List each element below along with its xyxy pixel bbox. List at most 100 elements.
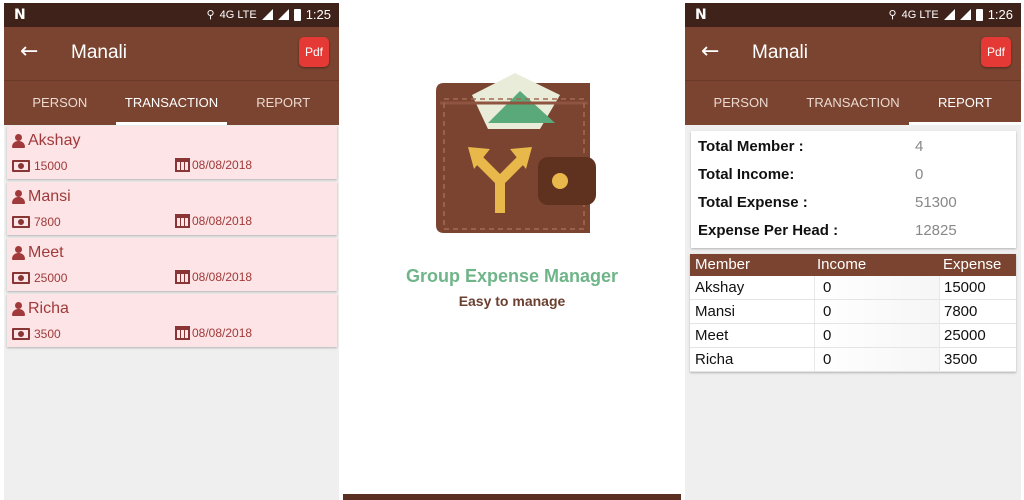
money-icon — [12, 328, 30, 340]
money-icon — [12, 160, 30, 172]
signal-icon — [943, 9, 955, 20]
summary-value: 51300 — [915, 194, 957, 211]
back-arrow-icon[interactable]: ← — [20, 39, 38, 64]
summary-value: 4 — [915, 138, 924, 155]
back-arrow-icon[interactable]: ← — [701, 39, 719, 64]
notification-icon: N — [695, 7, 707, 23]
money-icon — [12, 272, 30, 284]
notification-icon: N — [14, 7, 26, 23]
cell-member: Akshay — [690, 276, 815, 299]
cell-member: Meet — [690, 324, 815, 347]
column-header-expense: Expense — [943, 256, 1002, 273]
report-screen: N ⚲ 4G LTE 1:26 ← Manali Pdf PERSON TRAN… — [685, 3, 1021, 500]
app-name: Group Expense Manager — [405, 266, 619, 286]
battery-icon — [293, 8, 301, 21]
tab-transaction[interactable]: TRANSACTION — [797, 81, 909, 125]
tab-report[interactable]: REPORT — [227, 81, 339, 125]
calendar-icon — [175, 326, 190, 340]
cell-income: 0 — [815, 324, 939, 347]
table-row: Akshay 0 15000 — [690, 276, 1016, 300]
page-title: Manali — [752, 42, 808, 63]
summary-card: Total Member : 4 Total Income: 0 Total Exp… — [691, 131, 1016, 248]
tab-bar: PERSON TRANSACTION REPORT — [4, 80, 339, 125]
app-bar: ← Manali Pdf — [685, 27, 1021, 80]
cell-income: 0 — [815, 276, 939, 299]
tab-person[interactable]: PERSON — [4, 81, 116, 125]
summary-value: 12825 — [915, 222, 957, 239]
cell-income: 0 — [815, 300, 939, 323]
cell-member: Mansi — [690, 300, 815, 323]
page-title: Manali — [71, 42, 127, 63]
cell-expense: 3500 — [939, 348, 1016, 371]
signal-icon — [277, 9, 289, 20]
status-time: 1:26 — [987, 7, 1013, 22]
summary-label: Total Income: — [698, 166, 795, 183]
summary-value: 0 — [915, 166, 924, 183]
transaction-card[interactable]: Richa 3500 08/08/2018 — [7, 294, 337, 347]
table-row: Meet 0 25000 — [690, 324, 1016, 348]
transaction-name: Akshay — [28, 132, 81, 149]
transaction-card[interactable]: Meet 25000 08/08/2018 — [7, 238, 337, 291]
transaction-amount: 7800 — [34, 215, 61, 229]
cell-expense: 7800 — [939, 300, 1016, 323]
calendar-icon — [175, 214, 190, 228]
transaction-screen: N ⚲ 4G LTE 1:25 ← Manali Pdf PERSON TRAN… — [4, 3, 339, 500]
person-icon — [12, 190, 25, 204]
cell-expense: 15000 — [939, 276, 1016, 299]
summary-label: Total Expense : — [698, 194, 808, 211]
summary-row: Total Member : 4 — [691, 133, 1016, 161]
table-header: Member Income Expense — [690, 254, 1016, 276]
summary-row: Total Expense : 51300 — [691, 189, 1016, 217]
report-table: Member Income Expense Akshay 0 15000 Man… — [690, 254, 1016, 372]
transaction-date: 08/08/2018 — [192, 326, 253, 340]
location-icon: ⚲ — [206, 9, 215, 21]
summary-label: Expense Per Head : — [698, 222, 839, 239]
status-bar: N ⚲ 4G LTE 1:25 — [4, 3, 339, 27]
cell-member: Richa — [690, 348, 815, 371]
location-icon: ⚲ — [888, 9, 897, 21]
network-label: 4G LTE — [901, 8, 939, 21]
app-tagline: Easy to manage — [458, 293, 566, 309]
network-label: 4G LTE — [219, 8, 257, 21]
splash-screen: Group Expense Manager Easy to manage — [343, 3, 681, 500]
summary-row: Expense Per Head : 12825 — [691, 217, 1016, 245]
transaction-date: 08/08/2018 — [192, 270, 253, 284]
cell-income: 0 — [815, 348, 939, 371]
app-bar: ← Manali Pdf — [4, 27, 339, 80]
person-icon — [12, 134, 25, 148]
signal-icon — [959, 9, 971, 20]
summary-label: Total Member : — [698, 138, 804, 155]
wallet-logo-icon — [430, 73, 596, 239]
transaction-list: Akshay 15000 08/08/2018 Mansi 7800 08/08… — [4, 125, 339, 347]
tab-bar: PERSON TRANSACTION REPORT — [685, 80, 1021, 125]
transaction-name: Richa — [28, 300, 69, 317]
transaction-card[interactable]: Akshay 15000 08/08/2018 — [7, 126, 337, 179]
transaction-amount: 25000 — [34, 271, 68, 285]
transaction-date: 08/08/2018 — [192, 214, 253, 228]
signal-icon — [261, 9, 273, 20]
status-bar: N ⚲ 4G LTE 1:26 — [685, 3, 1021, 27]
table-row: Mansi 0 7800 — [690, 300, 1016, 324]
status-time: 1:25 — [305, 7, 331, 22]
transaction-name: Mansi — [28, 188, 71, 205]
calendar-icon — [175, 158, 190, 172]
transaction-amount: 3500 — [34, 327, 61, 341]
bottom-bar — [343, 494, 681, 500]
pdf-button[interactable]: Pdf — [981, 37, 1011, 67]
cell-expense: 25000 — [939, 324, 1016, 347]
table-row: Richa 0 3500 — [690, 348, 1016, 372]
pdf-button[interactable]: Pdf — [299, 37, 329, 67]
person-icon — [12, 246, 25, 260]
tab-person[interactable]: PERSON — [685, 81, 797, 125]
transaction-card[interactable]: Mansi 7800 08/08/2018 — [7, 182, 337, 235]
summary-row: Total Income: 0 — [691, 161, 1016, 189]
battery-icon — [975, 8, 983, 21]
money-icon — [12, 216, 30, 228]
tab-report[interactable]: REPORT — [909, 81, 1021, 125]
column-header-member: Member — [695, 256, 751, 273]
column-header-income: Income — [817, 256, 867, 273]
person-icon — [12, 302, 25, 316]
transaction-name: Meet — [28, 244, 64, 261]
tab-transaction[interactable]: TRANSACTION — [115, 81, 228, 125]
calendar-icon — [175, 270, 190, 284]
